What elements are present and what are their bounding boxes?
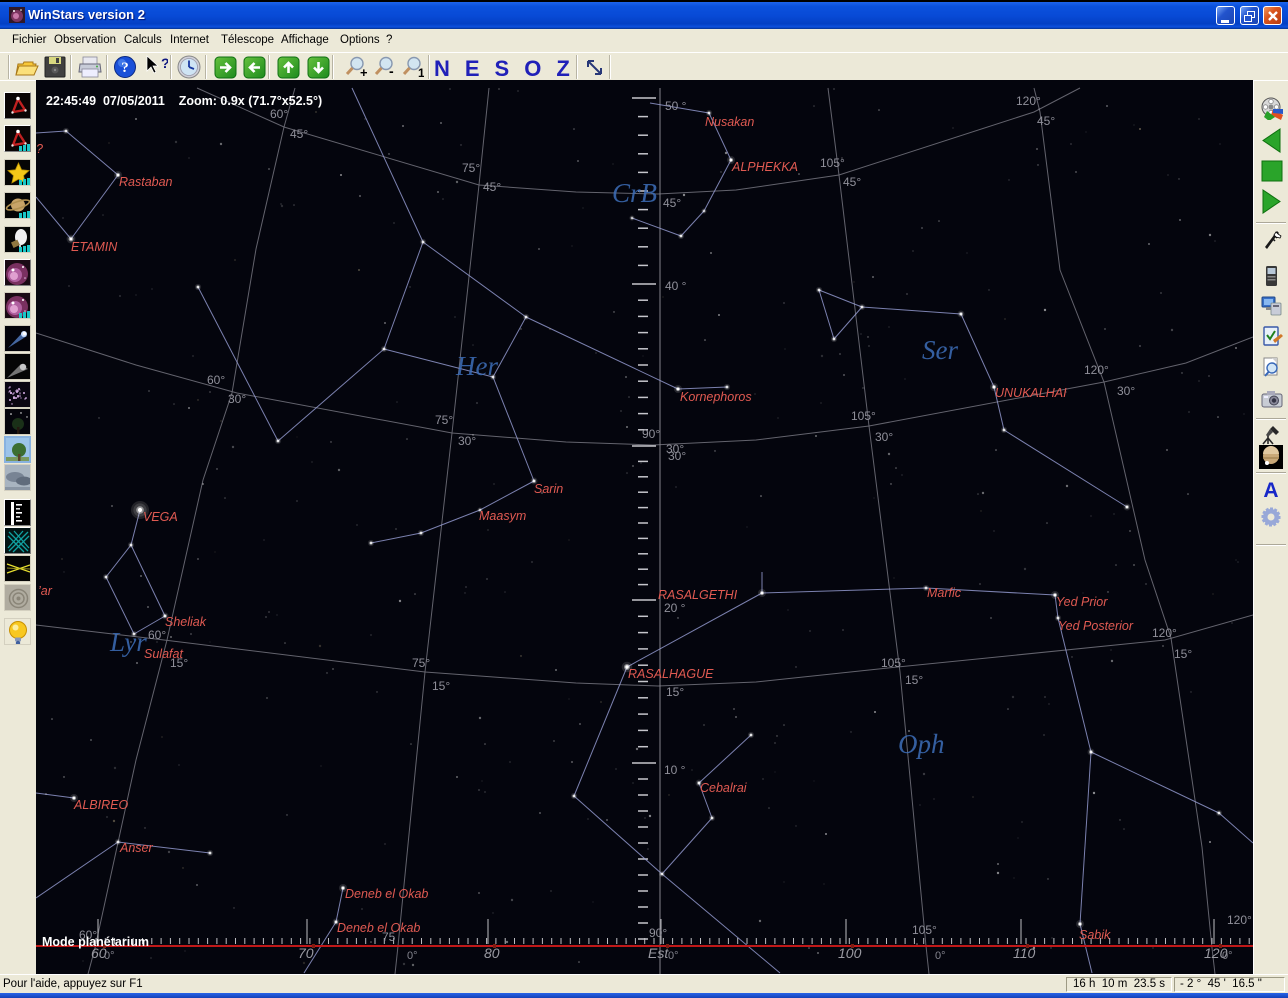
- svg-text:30°: 30°: [458, 434, 476, 448]
- svg-text:75°: 75°: [412, 656, 430, 670]
- svg-text:60°: 60°: [207, 373, 225, 387]
- svg-text:20 °: 20 °: [664, 601, 686, 615]
- svg-text:Oph: Oph: [898, 729, 945, 759]
- svg-text:90°: 90°: [649, 926, 667, 940]
- svg-text:70: 70: [298, 945, 314, 961]
- svg-text:Sarin: Sarin: [534, 482, 563, 496]
- svg-text:105°: 105°: [881, 656, 906, 670]
- svg-text:1: 1: [418, 66, 424, 79]
- svg-text:110: 110: [1013, 945, 1036, 961]
- svg-text:0°: 0°: [935, 950, 946, 962]
- svg-text:120°: 120°: [1084, 363, 1109, 377]
- svg-text:90°: 90°: [642, 427, 660, 441]
- svg-text:Sulafat: Sulafat: [144, 647, 183, 661]
- svg-text:Marfic: Marfic: [927, 586, 962, 600]
- svg-text:0°: 0°: [407, 950, 418, 962]
- svg-text:22:45:49 07/05/2011 Zoom:: 22:45:49 07/05/2011 Zoom: 0.9x (71.7°x52…: [46, 94, 322, 108]
- svg-text:120°: 120°: [1016, 94, 1041, 108]
- svg-text:40 °: 40 °: [665, 279, 687, 293]
- svg-text:-: -: [389, 63, 394, 79]
- svg-text:100: 100: [838, 945, 862, 961]
- svg-text:60°: 60°: [270, 107, 288, 121]
- svg-text:120°: 120°: [1227, 913, 1252, 927]
- svg-text:0°: 0°: [104, 950, 115, 962]
- svg-text:Rastaban: Rastaban: [119, 175, 173, 189]
- svg-text:Yed Posterior: Yed Posterior: [1058, 619, 1134, 633]
- svg-text:?: ?: [36, 142, 43, 156]
- svg-text:75°: 75°: [462, 161, 480, 175]
- svg-text:Est: Est: [648, 945, 669, 961]
- svg-text:’ar: ’ar: [38, 584, 53, 598]
- svg-text:30°: 30°: [1117, 384, 1135, 398]
- svg-text:15°: 15°: [905, 673, 923, 687]
- svg-text:CrB: CrB: [612, 178, 657, 208]
- svg-text:Mode planétarium: Mode planétarium: [42, 935, 149, 949]
- svg-text:RASALHAGUE: RASALHAGUE: [628, 667, 714, 681]
- svg-text:60°: 60°: [148, 628, 166, 642]
- svg-text:105°: 105°: [820, 156, 845, 170]
- svg-text:+: +: [360, 65, 367, 79]
- svg-text:Deneb el Okab: Deneb el Okab: [345, 887, 428, 901]
- svg-text:105°: 105°: [851, 409, 876, 423]
- svg-text:80: 80: [484, 945, 500, 961]
- svg-text:30°: 30°: [228, 392, 246, 406]
- svg-text:Deneb el Okab: Deneb el Okab: [337, 921, 420, 935]
- svg-text:Ser: Ser: [922, 335, 958, 365]
- svg-text:15°: 15°: [432, 679, 450, 693]
- svg-text:A: A: [1263, 479, 1278, 502]
- svg-text:Cebalrai: Cebalrai: [700, 781, 748, 795]
- svg-text:Her: Her: [455, 351, 498, 381]
- svg-text:45°: 45°: [663, 196, 681, 210]
- svg-text:120°: 120°: [1152, 626, 1177, 640]
- svg-text:RASALGETHI: RASALGETHI: [658, 588, 738, 602]
- svg-text:Nusakan: Nusakan: [705, 115, 754, 129]
- svg-text:45°: 45°: [843, 175, 861, 189]
- svg-text:Kornephoros: Kornephoros: [680, 390, 752, 404]
- svg-text:ETAMIN: ETAMIN: [71, 240, 118, 254]
- svg-text:30°: 30°: [668, 449, 686, 463]
- svg-text:ALBIREO: ALBIREO: [73, 798, 128, 812]
- svg-text:UNUKALHAI: UNUKALHAI: [995, 386, 1067, 400]
- svg-text:Anser: Anser: [119, 841, 153, 855]
- svg-text:?: ?: [161, 55, 168, 71]
- svg-text:?: ?: [121, 60, 129, 76]
- svg-text:Sheliak: Sheliak: [165, 615, 207, 629]
- svg-text:ALPHEKKA: ALPHEKKA: [731, 160, 798, 174]
- svg-text:15°: 15°: [1174, 647, 1192, 661]
- svg-text:75°: 75°: [435, 413, 453, 427]
- svg-text:0°: 0°: [1222, 950, 1233, 962]
- svg-text:Yed Prior: Yed Prior: [1056, 595, 1108, 609]
- svg-text:50 °: 50 °: [665, 99, 687, 113]
- svg-text:10 °: 10 °: [664, 763, 686, 777]
- svg-text:Sabik: Sabik: [1079, 928, 1111, 942]
- svg-text:Lyr: Lyr: [109, 627, 147, 657]
- svg-text:45°: 45°: [290, 127, 308, 141]
- svg-text:15°: 15°: [666, 685, 684, 699]
- svg-text:0°: 0°: [668, 950, 679, 962]
- svg-text:30°: 30°: [875, 430, 893, 444]
- svg-text:45°: 45°: [483, 180, 501, 194]
- svg-text:Maasym: Maasym: [479, 509, 526, 523]
- svg-text:45°: 45°: [1037, 114, 1055, 128]
- svg-text:VEGA: VEGA: [143, 510, 178, 524]
- svg-text:105°: 105°: [912, 923, 937, 937]
